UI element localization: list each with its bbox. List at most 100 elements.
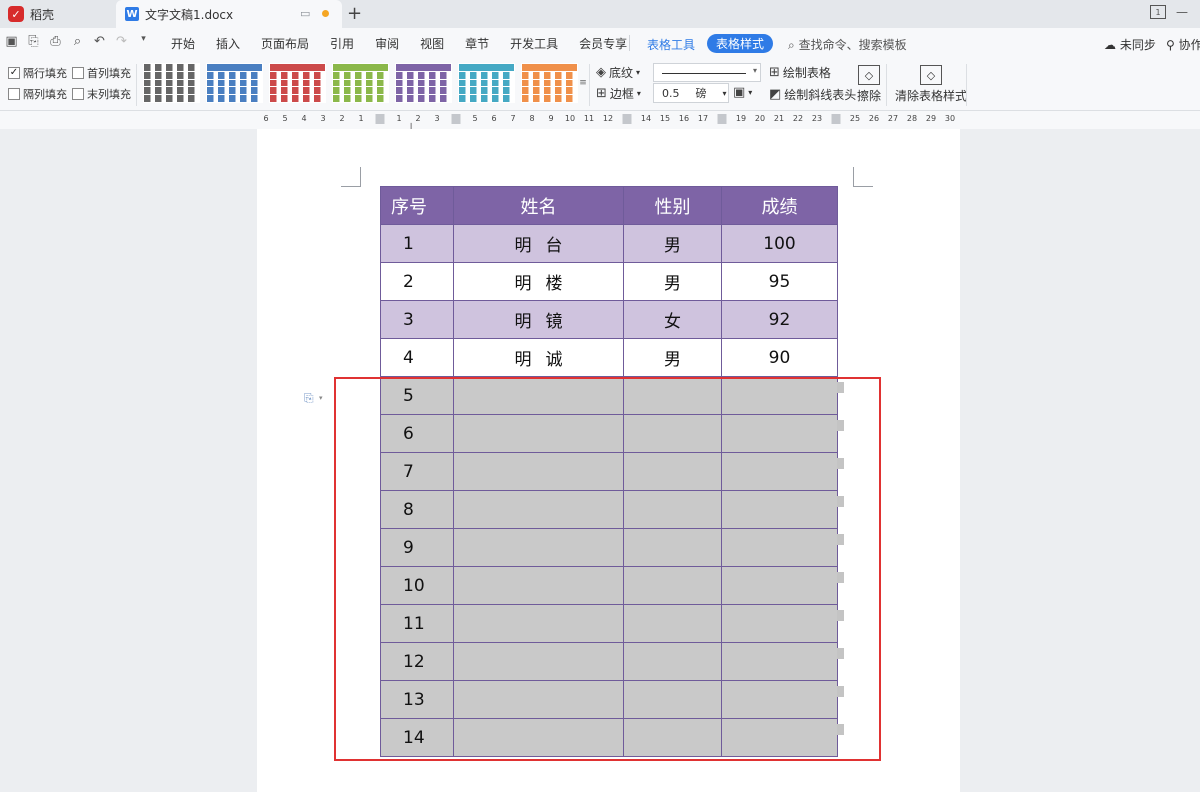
ruler-tab-marker[interactable] [717,114,727,124]
cell-seq[interactable]: 3 [380,300,454,339]
cell-gender[interactable] [623,566,722,605]
tab-review[interactable]: 审阅 [375,35,399,52]
tab-docer[interactable]: ✓ 稻壳 [0,0,114,28]
row-resize-handle[interactable] [837,648,844,659]
cell-gender[interactable] [623,718,722,757]
cell-score[interactable] [721,528,838,567]
cell-gender[interactable] [623,490,722,529]
cell-gender[interactable] [623,414,722,453]
save-icon[interactable]: ▣ [4,34,19,49]
cell-score[interactable]: 90 [721,338,838,377]
cell-name[interactable]: 明镜 [453,300,624,339]
row-resize-handle[interactable] [837,458,844,469]
checkbox-first-column[interactable]: 首列填充 [72,65,131,81]
row-resize-handle[interactable] [837,496,844,507]
tab-references[interactable]: 引用 [330,35,354,52]
cell-seq[interactable]: 8 [380,490,454,529]
cell-score[interactable] [721,642,838,681]
print-icon[interactable]: ⎙ [48,34,63,49]
horizontal-ruler[interactable]: 6 5 4 3 2 1 1 2 3 5 6 7 8 9 10 11 12 14 15 16 17 19 20 21 22 23 25… [0,111,1200,131]
checkbox-banded-columns[interactable]: 隔列填充 [8,86,67,102]
cell-gender[interactable] [623,452,722,491]
cell-score[interactable] [721,566,838,605]
cell-name[interactable] [453,680,624,719]
cell-seq[interactable]: 5 [380,376,454,415]
line-style-select[interactable]: ▾ [653,63,761,82]
cell-score[interactable] [721,718,838,757]
cell-seq[interactable]: 1 [380,224,454,263]
checkbox-banded-rows[interactable]: ✓ 隔行填充 [8,65,67,81]
cell-seq[interactable]: 13 [380,680,454,719]
cell-name[interactable]: 明诚 [453,338,624,377]
cell-gender[interactable]: 男 [623,224,722,263]
cell-gender[interactable] [623,642,722,681]
cell-name[interactable] [453,452,624,491]
gallery-expand-icon[interactable]: ≡ [577,63,589,103]
row-resize-handle[interactable] [837,420,844,431]
table-style-plain[interactable] [143,63,200,103]
shading-button[interactable]: ◈ 底纹 ▾ [596,64,640,81]
cell-score[interactable] [721,414,838,453]
table-style-cyan[interactable] [458,63,515,103]
draw-table-button[interactable]: ⊞ 绘制表格 [769,64,831,81]
cell-name[interactable] [453,642,624,681]
tab-view[interactable]: 视图 [420,35,444,52]
minimize-icon[interactable]: — [1176,5,1188,19]
cell-name[interactable] [453,528,624,567]
undo-icon[interactable]: ↶ [92,34,107,49]
grade-table[interactable]: 序号 姓名 性别 成绩 1 明台男 100 2 明楼男 95 3 明镜女 92 4 明诚男 90 5 6 7… [380,186,838,757]
cell-score[interactable] [721,452,838,491]
new-tab-button[interactable]: + [347,3,362,24]
row-resize-handle[interactable] [837,382,844,393]
cell-seq[interactable]: 9 [380,528,454,567]
cell-gender[interactable] [623,376,722,415]
sync-status-button[interactable]: ☁ 未同步 [1104,36,1156,53]
window-layout-icon[interactable]: 1 [1150,5,1166,19]
collaborate-button[interactable]: ⚲ 协作 [1166,36,1200,53]
header-cell-score[interactable]: 成绩 [721,186,838,225]
tab-document[interactable]: W 文字文稿1.docx ▭ [116,0,342,28]
paragraph-layout-icon[interactable]: ⎘ [304,391,314,406]
cell-seq[interactable]: 12 [380,642,454,681]
clear-table-style-button[interactable]: ◇ 清除表格样式 [895,65,967,104]
cell-seq[interactable]: 4 [380,338,454,377]
table-style-purple[interactable] [395,63,452,103]
cell-name[interactable] [453,414,624,453]
export-icon[interactable]: ⎘ [26,34,41,49]
tab-page-layout[interactable]: 页面布局 [261,35,309,52]
row-resize-handle[interactable] [837,610,844,621]
cell-score[interactable]: 92 [721,300,838,339]
tab-home[interactable]: 开始 [171,35,195,52]
tab-table-tools[interactable]: 表格工具 [647,36,695,53]
cell-score[interactable]: 95 [721,262,838,301]
cell-name[interactable] [453,604,624,643]
cell-gender[interactable]: 男 [623,338,722,377]
header-cell-seq[interactable]: 序号 [380,186,454,225]
cell-gender[interactable]: 女 [623,300,722,339]
cell-seq[interactable]: 10 [380,566,454,605]
cell-seq[interactable]: 2 [380,262,454,301]
cell-score[interactable] [721,680,838,719]
row-resize-handle[interactable] [837,572,844,583]
cell-seq[interactable]: 7 [380,452,454,491]
tab-table-style[interactable]: 表格样式 [707,34,773,53]
table-style-blue[interactable] [206,63,263,103]
ruler-tab-marker[interactable] [831,114,841,124]
checkbox-last-column[interactable]: 末列填充 [72,86,131,102]
header-cell-gender[interactable]: 性别 [623,186,722,225]
cell-score[interactable] [721,376,838,415]
document-page[interactable]: ⎘ ▾ 序号 姓名 性别 成绩 1 明台男 100 2 明楼男 95 3 明镜女 92 4 明诚男 9… [257,129,960,792]
checkbox-box[interactable] [8,88,20,100]
cell-score[interactable] [721,604,838,643]
tab-insert[interactable]: 插入 [216,35,240,52]
checkbox-box[interactable] [72,67,84,79]
cell-seq[interactable]: 11 [380,604,454,643]
line-weight-select[interactable]: 0.5 磅 ▾ [653,83,729,103]
checkbox-box[interactable]: ✓ [8,67,20,79]
cell-name[interactable]: 明台 [453,224,624,263]
draw-diagonal-header-button[interactable]: ◩ 绘制斜线表头 [769,86,856,103]
cell-gender[interactable] [623,680,722,719]
more-chevron-icon[interactable]: ▾ [136,34,151,49]
cell-name[interactable] [453,566,624,605]
cell-name[interactable] [453,376,624,415]
